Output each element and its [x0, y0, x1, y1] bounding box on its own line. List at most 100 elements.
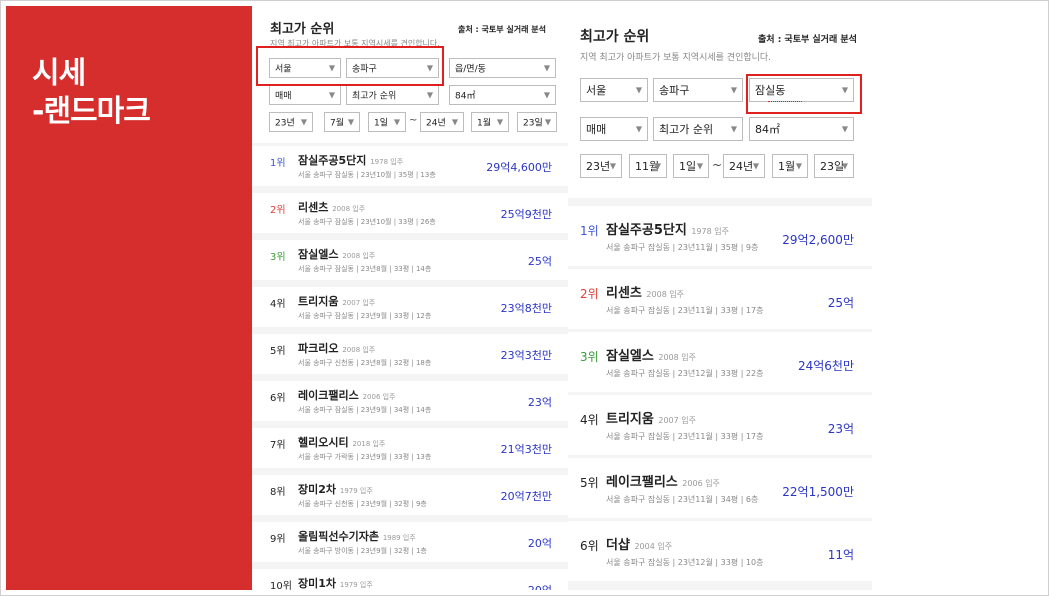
- highlight-box: [746, 74, 862, 114]
- source-note: 출처 : 국토부 실거래 분석: [758, 35, 857, 45]
- to-year-select[interactable]: 24년 ▼: [723, 154, 765, 178]
- apartment-name: 리센츠 2008 입주: [298, 201, 366, 214]
- list-item[interactable]: 9위 올림픽선수기자촌 1989 입주 서울 송파구 방이동 | 23년9월 | 3…: [252, 522, 568, 562]
- page-title: 최고가 순위: [580, 29, 650, 45]
- price: 20억: [527, 537, 552, 550]
- chevron-down-icon: ▼: [730, 85, 737, 95]
- trade-detail: 서울 송파구 잠실동 | 23년10월 | 35평 | 13층: [298, 171, 436, 179]
- price: 25억: [827, 296, 854, 310]
- list-item[interactable]: 8위 장미2차 1979 입주 서울 송파구 신천동 | 23년9월 | 32평 |…: [252, 475, 568, 515]
- apartment-name: 잠실엘스 2008 입주: [298, 248, 376, 261]
- list-item[interactable]: 4위 트리지움 2007 입주 서울 송파구 잠실동 | 23년9월 | 33평 |…: [252, 287, 568, 327]
- chevron-down-icon: ▼: [654, 161, 661, 171]
- list-item[interactable]: 1위 잠실주공5단지 1978 입주서울 송파구 잠실동 | 23년11월 | 3…: [568, 206, 872, 266]
- chevron-down-icon: ▼: [393, 117, 400, 127]
- chevron-down-icon: ▼: [795, 161, 802, 171]
- rank-label: 6위: [580, 539, 599, 553]
- date-range-separator: ~: [409, 115, 418, 126]
- to-year-select[interactable]: 24년 ▼: [420, 112, 464, 132]
- list-item[interactable]: 3위 잠실엘스 2008 입주 서울 송파구 잠실동 | 23년8월 | 33평 |…: [252, 240, 568, 280]
- list-item[interactable]: 6위 레이크팰리스 2006 입주 서울 송파구 잠실동 | 23년9월 | 34평…: [252, 381, 568, 421]
- rank-label: 1위: [270, 158, 286, 169]
- trade-detail: 서울 송파구 잠실동 | 23년11월 | 33평 | 17층: [606, 432, 764, 441]
- ranking-panel-left: 최고가 순위 출처 : 국토부 실거래 분석 지역 최고가 아파트가 보통 지역…: [252, 6, 568, 590]
- district-select[interactable]: 송파구 ▼: [653, 78, 743, 102]
- to-month-select[interactable]: 1월 ▼: [772, 154, 808, 178]
- rank-label: 1위: [580, 224, 599, 238]
- price: 29억4,600만: [486, 161, 552, 174]
- rank-label: 10위: [270, 581, 292, 590]
- apartment-name: 파크리오 2008 입주: [298, 342, 376, 355]
- from-month-select[interactable]: 11월 ▼: [629, 154, 667, 178]
- list-item[interactable]: 3위 잠실엘스 2008 입주 서울 송파구 잠실동 | 23년12월 | 33평 …: [568, 332, 872, 392]
- chevron-down-icon: ▼: [328, 90, 335, 100]
- price: 20억7천만: [500, 490, 552, 503]
- rank-label: 5위: [270, 346, 286, 357]
- from-month-select[interactable]: 7월 ▼: [324, 112, 360, 132]
- dong-select[interactable]: 읍/면/동 ▼: [449, 58, 556, 78]
- from-day-select[interactable]: 1일 ▼: [673, 154, 709, 178]
- area-select[interactable]: 84㎡ ▼: [749, 117, 854, 141]
- trade-detail: 서울 송파구 잠실동 | 23년11월 | 33평 | 17층: [606, 306, 764, 315]
- price: 23억: [827, 422, 854, 436]
- apartment-name: 잠실엘스 2008 입주: [606, 349, 696, 364]
- trade-detail: 서울 송파구 신천동 | 23년8월 | 32평 | 18층: [298, 359, 432, 367]
- from-day-select[interactable]: 1일 ▼: [368, 112, 406, 132]
- chevron-down-icon: ▼: [841, 161, 848, 171]
- price: 24억6천만: [797, 359, 854, 373]
- highlight-box: [256, 46, 444, 86]
- chevron-down-icon: ▼: [496, 117, 503, 127]
- trade-detail: 서울 송파구 잠실동 | 23년9월 | 33평 | 12층: [298, 312, 432, 320]
- to-day-select[interactable]: 23일 ▼: [814, 154, 854, 178]
- sort-select[interactable]: 최고가 순위 ▼: [653, 117, 743, 141]
- trade-detail: 서울 송파구 가락동 | 23년9월 | 33평 | 13층: [298, 453, 432, 461]
- to-day-select[interactable]: 23일 ▼: [517, 112, 557, 132]
- chevron-down-icon: ▼: [635, 124, 642, 134]
- list-item[interactable]: 5위 레이크팰리스 2006 입주 서울 송파구 잠실동 | 23년11월 | 34…: [568, 458, 872, 518]
- trade-type-select[interactable]: 매매 ▼: [269, 85, 341, 105]
- subtitle: 지역 최고가 아파트가 보통 지역시세를 견인합니다.: [580, 53, 772, 63]
- chevron-down-icon: ▼: [635, 85, 642, 95]
- list-item[interactable]: 10위 장미1차 1979 입주 20억: [252, 569, 568, 590]
- trade-detail: 서울 송파구 잠실동 | 23년12월 | 33평 | 10층: [606, 558, 764, 567]
- trade-type-select[interactable]: 매매 ▼: [580, 117, 648, 141]
- chevron-down-icon: ▼: [696, 161, 703, 171]
- rank-label: 4위: [270, 299, 286, 310]
- apartment-name: 헬리오시티 2018 입주: [298, 436, 386, 449]
- city-select[interactable]: 서울 ▼: [580, 78, 648, 102]
- list-item[interactable]: 2위 리센츠 2008 입주 서울 송파구 잠실동 | 23년11월 | 33평 |…: [568, 269, 872, 329]
- area-select[interactable]: 84㎡ ▼: [449, 85, 556, 105]
- trade-detail: 서울 송파구 잠실동 | 23년9월 | 34평 | 14층: [298, 406, 432, 414]
- ranking-panel-right: 최고가 순위 출처 : 국토부 실거래 분석 지역 최고가 아파트가 보통 지역…: [568, 6, 872, 590]
- trade-detail: 서울 송파구 잠실동 | 23년11월 | 35평 | 9층: [606, 243, 759, 252]
- price: 25억: [527, 255, 552, 268]
- list-item[interactable]: 7위 헬리오시티 2018 입주 서울 송파구 가락동 | 23년9월 | 33평 …: [252, 428, 568, 468]
- apartment-name: 레이크팰리스 2006 입주: [298, 389, 396, 402]
- rank-label: 5위: [580, 476, 599, 490]
- list-item[interactable]: 2위 리센츠 2008 입주 서울 송파구 잠실동 | 23년10월 | 33평 |…: [252, 193, 568, 233]
- list-item[interactable]: 1위 잠실주공5단지 1978 입주 서울 송파구 잠실동 | 23년10월 | 3…: [252, 146, 568, 186]
- apartment-name: 잠실주공5단지 1978 입주: [606, 223, 729, 238]
- chevron-down-icon: ▼: [426, 90, 433, 100]
- apartment-name: 장미2차 1979 입주: [298, 483, 373, 496]
- rank-label: 9위: [270, 534, 286, 545]
- sort-select[interactable]: 최고가 순위 ▼: [346, 85, 439, 105]
- chevron-down-icon: ▼: [544, 117, 551, 127]
- price: 22억1,500만: [782, 485, 854, 499]
- price: 20억: [528, 582, 552, 590]
- from-year-select[interactable]: 23년 ▼: [269, 112, 313, 132]
- price: 23억8천만: [500, 302, 552, 315]
- price: 23억: [527, 396, 552, 409]
- from-year-select[interactable]: 23년 ▼: [580, 154, 622, 178]
- to-month-select[interactable]: 1월 ▼: [471, 112, 509, 132]
- apartment-name: 레이크팰리스 2006 입주: [606, 475, 720, 490]
- list-item[interactable]: 5위 파크리오 2008 입주서울 송파구 신천동 | 23년8월 | 32평 |…: [252, 334, 568, 374]
- apartment-name: 올림픽선수기자촌 1989 입주: [298, 530, 416, 543]
- price: 11억: [827, 548, 854, 562]
- source-note: 출처 : 국토부 실거래 분석: [458, 25, 546, 34]
- chevron-down-icon: ▼: [609, 161, 616, 171]
- trade-detail: 서울 송파구 잠실동 | 23년12월 | 33평 | 22층: [606, 369, 764, 378]
- list-item[interactable]: 4위 트리지움 2007 입주 서울 송파구 잠실동 | 23년11월 | 33평 …: [568, 395, 872, 455]
- list-item[interactable]: 6위 더샵 2004 입주 서울 송파구 잠실동 | 23년12월 | 33평 | …: [568, 521, 872, 581]
- apartment-name: 장미1차 1979 입주: [298, 577, 373, 590]
